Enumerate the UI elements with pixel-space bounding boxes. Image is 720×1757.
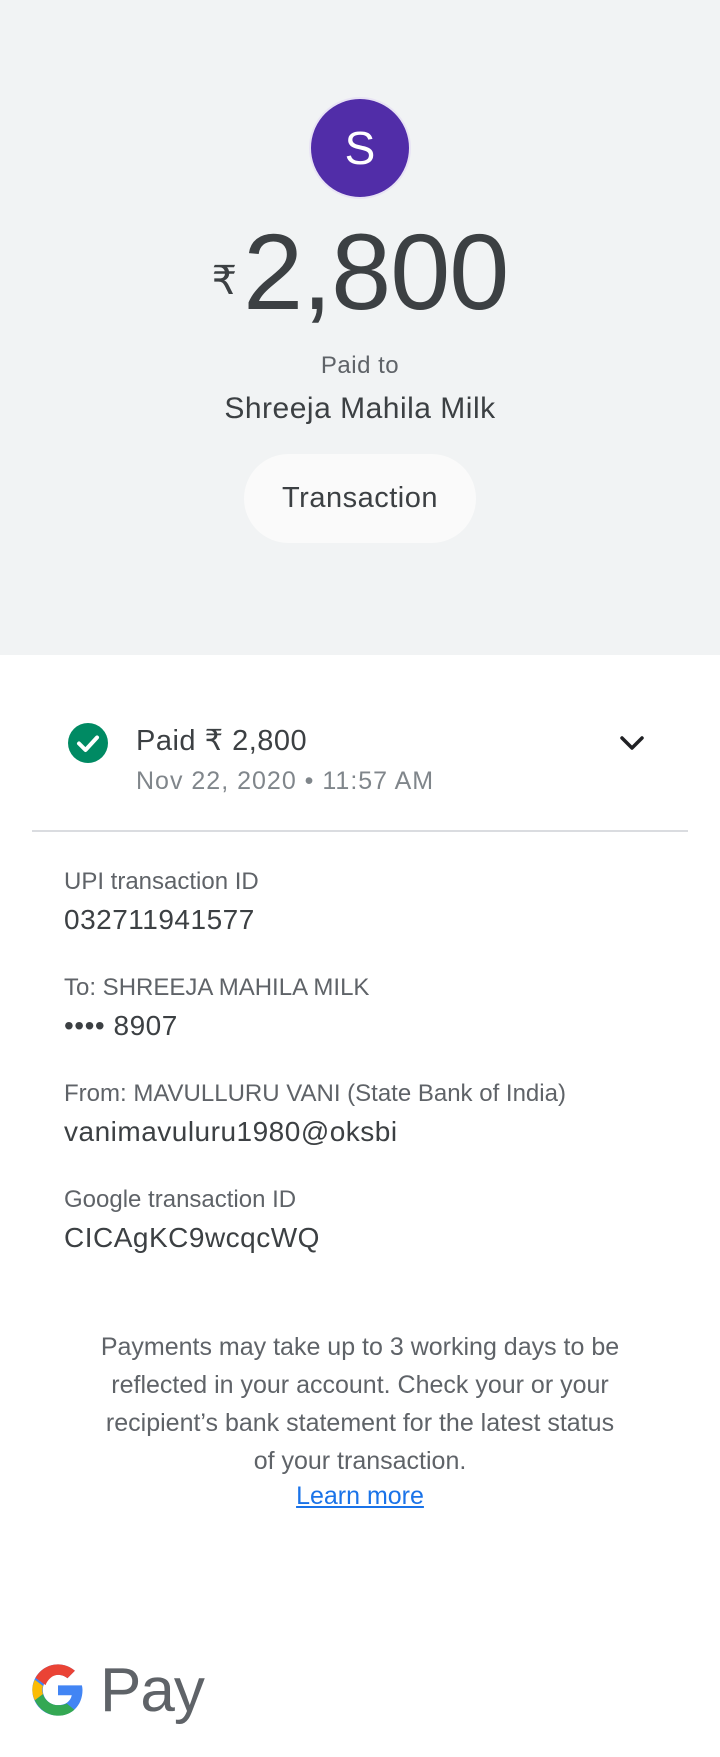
check-circle-icon: [68, 723, 108, 763]
detail-label: Google transaction ID: [64, 1186, 297, 1213]
divider: [32, 830, 688, 832]
learn-more-link[interactable]: Learn more: [0, 1482, 720, 1511]
avatar: S: [309, 97, 411, 199]
google-pay-logo: Pay: [30, 1655, 205, 1725]
currency-symbol: ₹: [211, 259, 238, 303]
payment-status-row[interactable]: Paid ₹ 2,800 Nov 22, 2020 • 11:57 AM: [0, 715, 720, 815]
upi-transaction-id: UPI transaction ID 032711941577: [64, 868, 684, 936]
payment-datetime: Nov 22, 2020 • 11:57 AM: [136, 767, 435, 795]
payment-summary-header: S ₹ 2,800 Paid to Shreeja Mahila Milk Tr…: [0, 0, 720, 655]
detail-label: To: SHREEJA MAHILA MILK: [64, 974, 370, 1001]
amount-display: ₹ 2,800: [0, 218, 720, 326]
chevron-down-icon[interactable]: [614, 725, 650, 761]
detail-label: UPI transaction ID: [64, 868, 259, 895]
detail-label: From: MAVULLURU VANI (State Bank of Indi…: [64, 1080, 566, 1107]
detail-value: 032711941577: [64, 904, 255, 935]
google-g-icon: [32, 1664, 83, 1716]
amount-value: 2,800: [243, 211, 509, 332]
detail-value: vanimavuluru1980@oksbi: [64, 1116, 398, 1147]
transaction-button[interactable]: Transaction: [244, 454, 476, 543]
google-transaction-id: Google transaction ID CICAgKC9wcqcWQ: [64, 1186, 684, 1254]
payee-name: Shreeja Mahila Milk: [224, 392, 496, 425]
recipient-account: To: SHREEJA MAHILA MILK •••• 8907: [64, 974, 684, 1042]
detail-value: CICAgKC9wcqcWQ: [64, 1222, 320, 1253]
processing-note: Payments may take up to 3 working days t…: [100, 1333, 620, 1475]
paid-to-label: Paid to: [320, 352, 400, 379]
detail-value: •••• 8907: [64, 1010, 178, 1041]
pay-wordmark: Pay: [100, 1655, 205, 1725]
payment-status-title: Paid ₹ 2,800: [136, 725, 308, 757]
sender-account: From: MAVULLURU VANI (State Bank of Indi…: [64, 1080, 684, 1148]
